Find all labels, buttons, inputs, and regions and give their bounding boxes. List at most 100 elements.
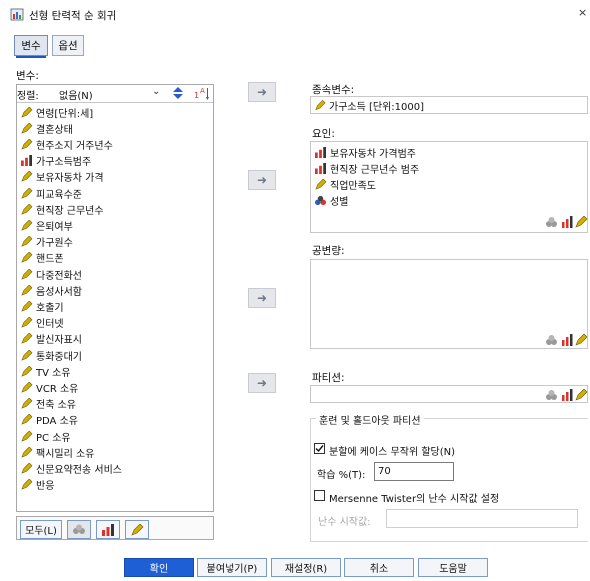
- measure-icons: [546, 334, 588, 346]
- factor-list-item[interactable]: 직업만족도: [314, 176, 376, 192]
- variable-label: 음성사서함: [36, 286, 82, 298]
- variable-list-item[interactable]: 다중전화선: [20, 266, 82, 282]
- training-holdout-title: 훈련 및 홀드아웃 파티션: [316, 412, 424, 427]
- variable-label: PDA 소유: [36, 416, 78, 428]
- variable-label: VCR 소유: [36, 383, 79, 395]
- variable-list-item[interactable]: 보유자동차 가격: [20, 169, 104, 185]
- pencil-icon: [21, 187, 33, 199]
- pencil-icon: [21, 381, 33, 393]
- variable-list-item[interactable]: 핸드폰: [20, 250, 64, 266]
- cancel-button[interactable]: 취소: [344, 558, 414, 577]
- paste-button[interactable]: 붙여넣기(P): [197, 558, 267, 577]
- pencil-icon: [21, 317, 33, 328]
- variable-label: 현직장 근무년수: [36, 205, 104, 217]
- variable-list-item[interactable]: 현주소지 거주년수: [20, 136, 113, 152]
- seed-label: 난수 시작값:: [318, 517, 371, 528]
- tab-active-indicator: [16, 56, 46, 58]
- mersenne-checkbox[interactable]: [314, 490, 325, 501]
- sort-bar: 정렬: 없음(N) ⌄ 1 A: [17, 85, 213, 103]
- measure-icons: [546, 216, 588, 228]
- factor-list-item[interactable]: 현직장 근무년수 범주: [314, 160, 419, 176]
- variable-list-item[interactable]: 피교육수준: [20, 185, 82, 201]
- help-button[interactable]: 도움말: [418, 558, 488, 577]
- variable-list-item[interactable]: 반응: [20, 477, 54, 493]
- factor-list-item[interactable]: 보유자동차 가격범주: [314, 144, 416, 160]
- sort-numeric-icon[interactable]: 1 A: [193, 85, 211, 101]
- variable-list-item[interactable]: 연령[단위:세]: [20, 104, 93, 120]
- variable-list-item[interactable]: PDA 소유: [20, 412, 78, 428]
- pencil-icon: [21, 203, 33, 215]
- sort-dropdown[interactable]: 없음(N): [59, 87, 93, 102]
- arrow-right-icon: ➜: [256, 85, 268, 99]
- variable-list-item[interactable]: TV 소유: [20, 363, 71, 379]
- variable-list-item[interactable]: PC 소유: [20, 428, 71, 444]
- variable-label: 현주소지 거주년수: [36, 140, 113, 152]
- window-title: 선형 탄력적 순 회귀: [29, 10, 117, 22]
- chevron-down-icon[interactable]: ⌄: [152, 86, 160, 97]
- pencil-icon: [21, 284, 33, 296]
- covariates-label: 공변량:: [312, 245, 345, 257]
- factor-list-item[interactable]: 성별: [314, 192, 348, 208]
- variable-list-item[interactable]: 인터넷: [20, 315, 64, 331]
- variable-list-item[interactable]: 전축 소유: [20, 396, 76, 412]
- sort-separator: [17, 102, 213, 103]
- tab-variables[interactable]: 변수: [14, 35, 48, 56]
- factors-label: 요인:: [312, 128, 335, 140]
- variable-list-item[interactable]: 결혼상태: [20, 120, 73, 136]
- pencil-icon: [315, 99, 326, 110]
- seed-input: [386, 509, 578, 528]
- nominal-filter-button[interactable]: [67, 520, 91, 539]
- svg-text:A: A: [200, 87, 205, 95]
- pencil-icon: [21, 236, 33, 247]
- pencil-icon: [21, 365, 33, 377]
- variable-list-item[interactable]: 가구원수: [20, 234, 73, 250]
- variable-list-item[interactable]: 가구소득범주: [20, 153, 91, 169]
- variable-list-item[interactable]: 은퇴여부: [20, 217, 73, 233]
- partition-field[interactable]: [310, 385, 588, 403]
- move-to-covariates-button[interactable]: ➜: [248, 288, 276, 308]
- sort-order-icon[interactable]: [170, 85, 186, 101]
- pencil-icon: [21, 398, 33, 409]
- variable-label: 은퇴여부: [36, 221, 73, 233]
- dependent-field[interactable]: 가구소득 [단위:1000]: [310, 96, 588, 114]
- sort-label: 정렬:: [17, 91, 39, 102]
- reset-button[interactable]: 재설정(R): [271, 558, 341, 577]
- scale-filter-button[interactable]: [125, 520, 149, 539]
- ok-button[interactable]: 확인: [124, 558, 194, 577]
- close-icon[interactable]: ×: [578, 6, 587, 19]
- variable-label: 핸드폰: [36, 254, 64, 266]
- variable-label: 통화중대기: [36, 351, 82, 363]
- ordinal-filter-button[interactable]: [96, 520, 120, 539]
- pencil-icon: [131, 523, 144, 536]
- arrow-right-icon: ➜: [256, 173, 268, 187]
- move-to-partition-button[interactable]: ➜: [248, 373, 276, 393]
- pencil-icon: [21, 349, 33, 361]
- variable-label: 피교육수준: [36, 189, 82, 201]
- pencil-icon: [315, 178, 327, 190]
- all-button[interactable]: 모두(L): [20, 520, 62, 539]
- ordinal-icon: [315, 146, 326, 158]
- factors-list[interactable]: 보유자동차 가격범주 현직장 근무년수 범주 직업만족도성별: [310, 141, 588, 233]
- variable-list-item[interactable]: 통화중대기: [20, 347, 82, 363]
- variable-list-item[interactable]: 신문요약전송 서비스: [20, 460, 122, 476]
- random-assign-checkbox[interactable]: [314, 443, 325, 454]
- factor-label: 성별: [330, 196, 349, 208]
- variable-list-item[interactable]: 호출기: [20, 298, 64, 314]
- pencil-icon: [21, 479, 33, 490]
- covariates-list[interactable]: [310, 259, 588, 349]
- pencil-icon: [21, 122, 33, 134]
- variable-list-item[interactable]: 발신자표시: [20, 331, 82, 347]
- dependent-value: 가구소득 [단위:1000]: [329, 101, 424, 113]
- variable-list-item[interactable]: 팩시밀리 소유: [20, 444, 94, 460]
- tab-options[interactable]: 옵션: [52, 35, 84, 56]
- variable-label: PC 소유: [36, 432, 71, 444]
- learning-percent-input[interactable]: 70: [374, 462, 454, 481]
- variable-list-item[interactable]: 음성사서함: [20, 282, 82, 298]
- variable-label: 팩시밀리 소유: [36, 448, 95, 460]
- move-to-factors-button[interactable]: ➜: [248, 170, 276, 190]
- move-to-dependent-button[interactable]: ➜: [248, 82, 276, 102]
- variable-label: 가구소득범주: [36, 157, 92, 169]
- variable-list-item[interactable]: 현직장 근무년수: [20, 201, 104, 217]
- variable-list-item[interactable]: VCR 소유: [20, 379, 78, 395]
- pencil-icon: [21, 138, 33, 150]
